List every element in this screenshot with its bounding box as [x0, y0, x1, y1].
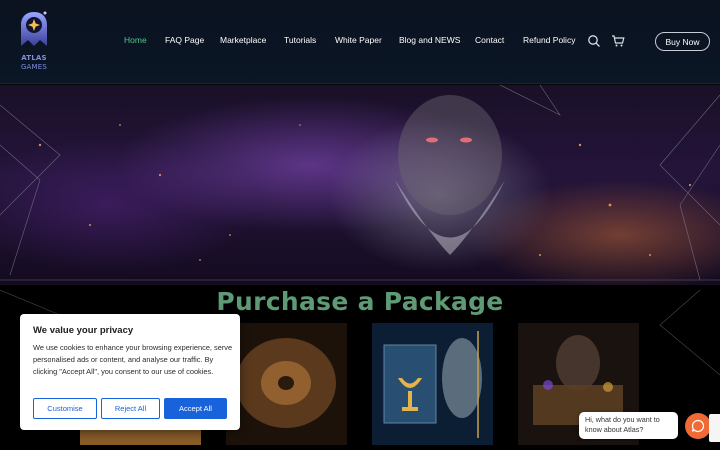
- chat-launcher-button[interactable]: [685, 413, 711, 439]
- package-image-2: [226, 323, 347, 445]
- cookie-message: We use cookies to enhance your browsing …: [33, 343, 233, 376]
- hero-artwork: [0, 85, 720, 281]
- atlas-games-logo[interactable]: ATLAS GAMES: [16, 10, 52, 74]
- cart-icon[interactable]: [611, 34, 625, 48]
- nav-white-paper[interactable]: White Paper: [335, 35, 382, 45]
- nav-blog-and-news[interactable]: Blog and NEWS: [399, 35, 460, 45]
- cookie-title: We value your privacy: [33, 325, 134, 336]
- search-icon[interactable]: [587, 34, 601, 48]
- package-image-3: [372, 323, 493, 445]
- chat-prompt-bubble[interactable]: Hi, what do you want to know about Atlas…: [579, 412, 678, 439]
- hero-banner: [0, 85, 720, 285]
- nav-refund-policy[interactable]: Refund Policy: [523, 35, 575, 45]
- nav-contact[interactable]: Contact: [475, 35, 504, 45]
- package-card-3[interactable]: [372, 323, 493, 445]
- nav-faq-page[interactable]: FAQ Page: [165, 35, 204, 45]
- nav-home[interactable]: Home: [124, 35, 147, 45]
- customise-button[interactable]: Customise: [33, 398, 97, 419]
- package-card-2[interactable]: [226, 323, 347, 445]
- logo-line-1: ATLAS: [21, 54, 47, 62]
- cookie-consent-banner: We value your privacy We use cookies to …: [20, 314, 240, 430]
- nav-tutorials[interactable]: Tutorials: [284, 35, 316, 45]
- site-header: ATLAS GAMES Home FAQ Page Marketplace Tu…: [0, 0, 720, 84]
- reject-all-button[interactable]: Reject All: [101, 398, 160, 419]
- buy-now-button[interactable]: Buy Now: [655, 32, 710, 51]
- nav-marketplace[interactable]: Marketplace: [220, 35, 266, 45]
- section-title: Purchase a Package: [216, 287, 504, 316]
- accept-all-button[interactable]: Accept All: [164, 398, 227, 419]
- logo-emblem-icon: [21, 11, 47, 46]
- chat-icon: [691, 419, 705, 433]
- logo-line-2: GAMES: [20, 63, 48, 71]
- recaptcha-badge[interactable]: [709, 414, 720, 442]
- logo-wordmark: ATLAS GAMES: [16, 54, 52, 72]
